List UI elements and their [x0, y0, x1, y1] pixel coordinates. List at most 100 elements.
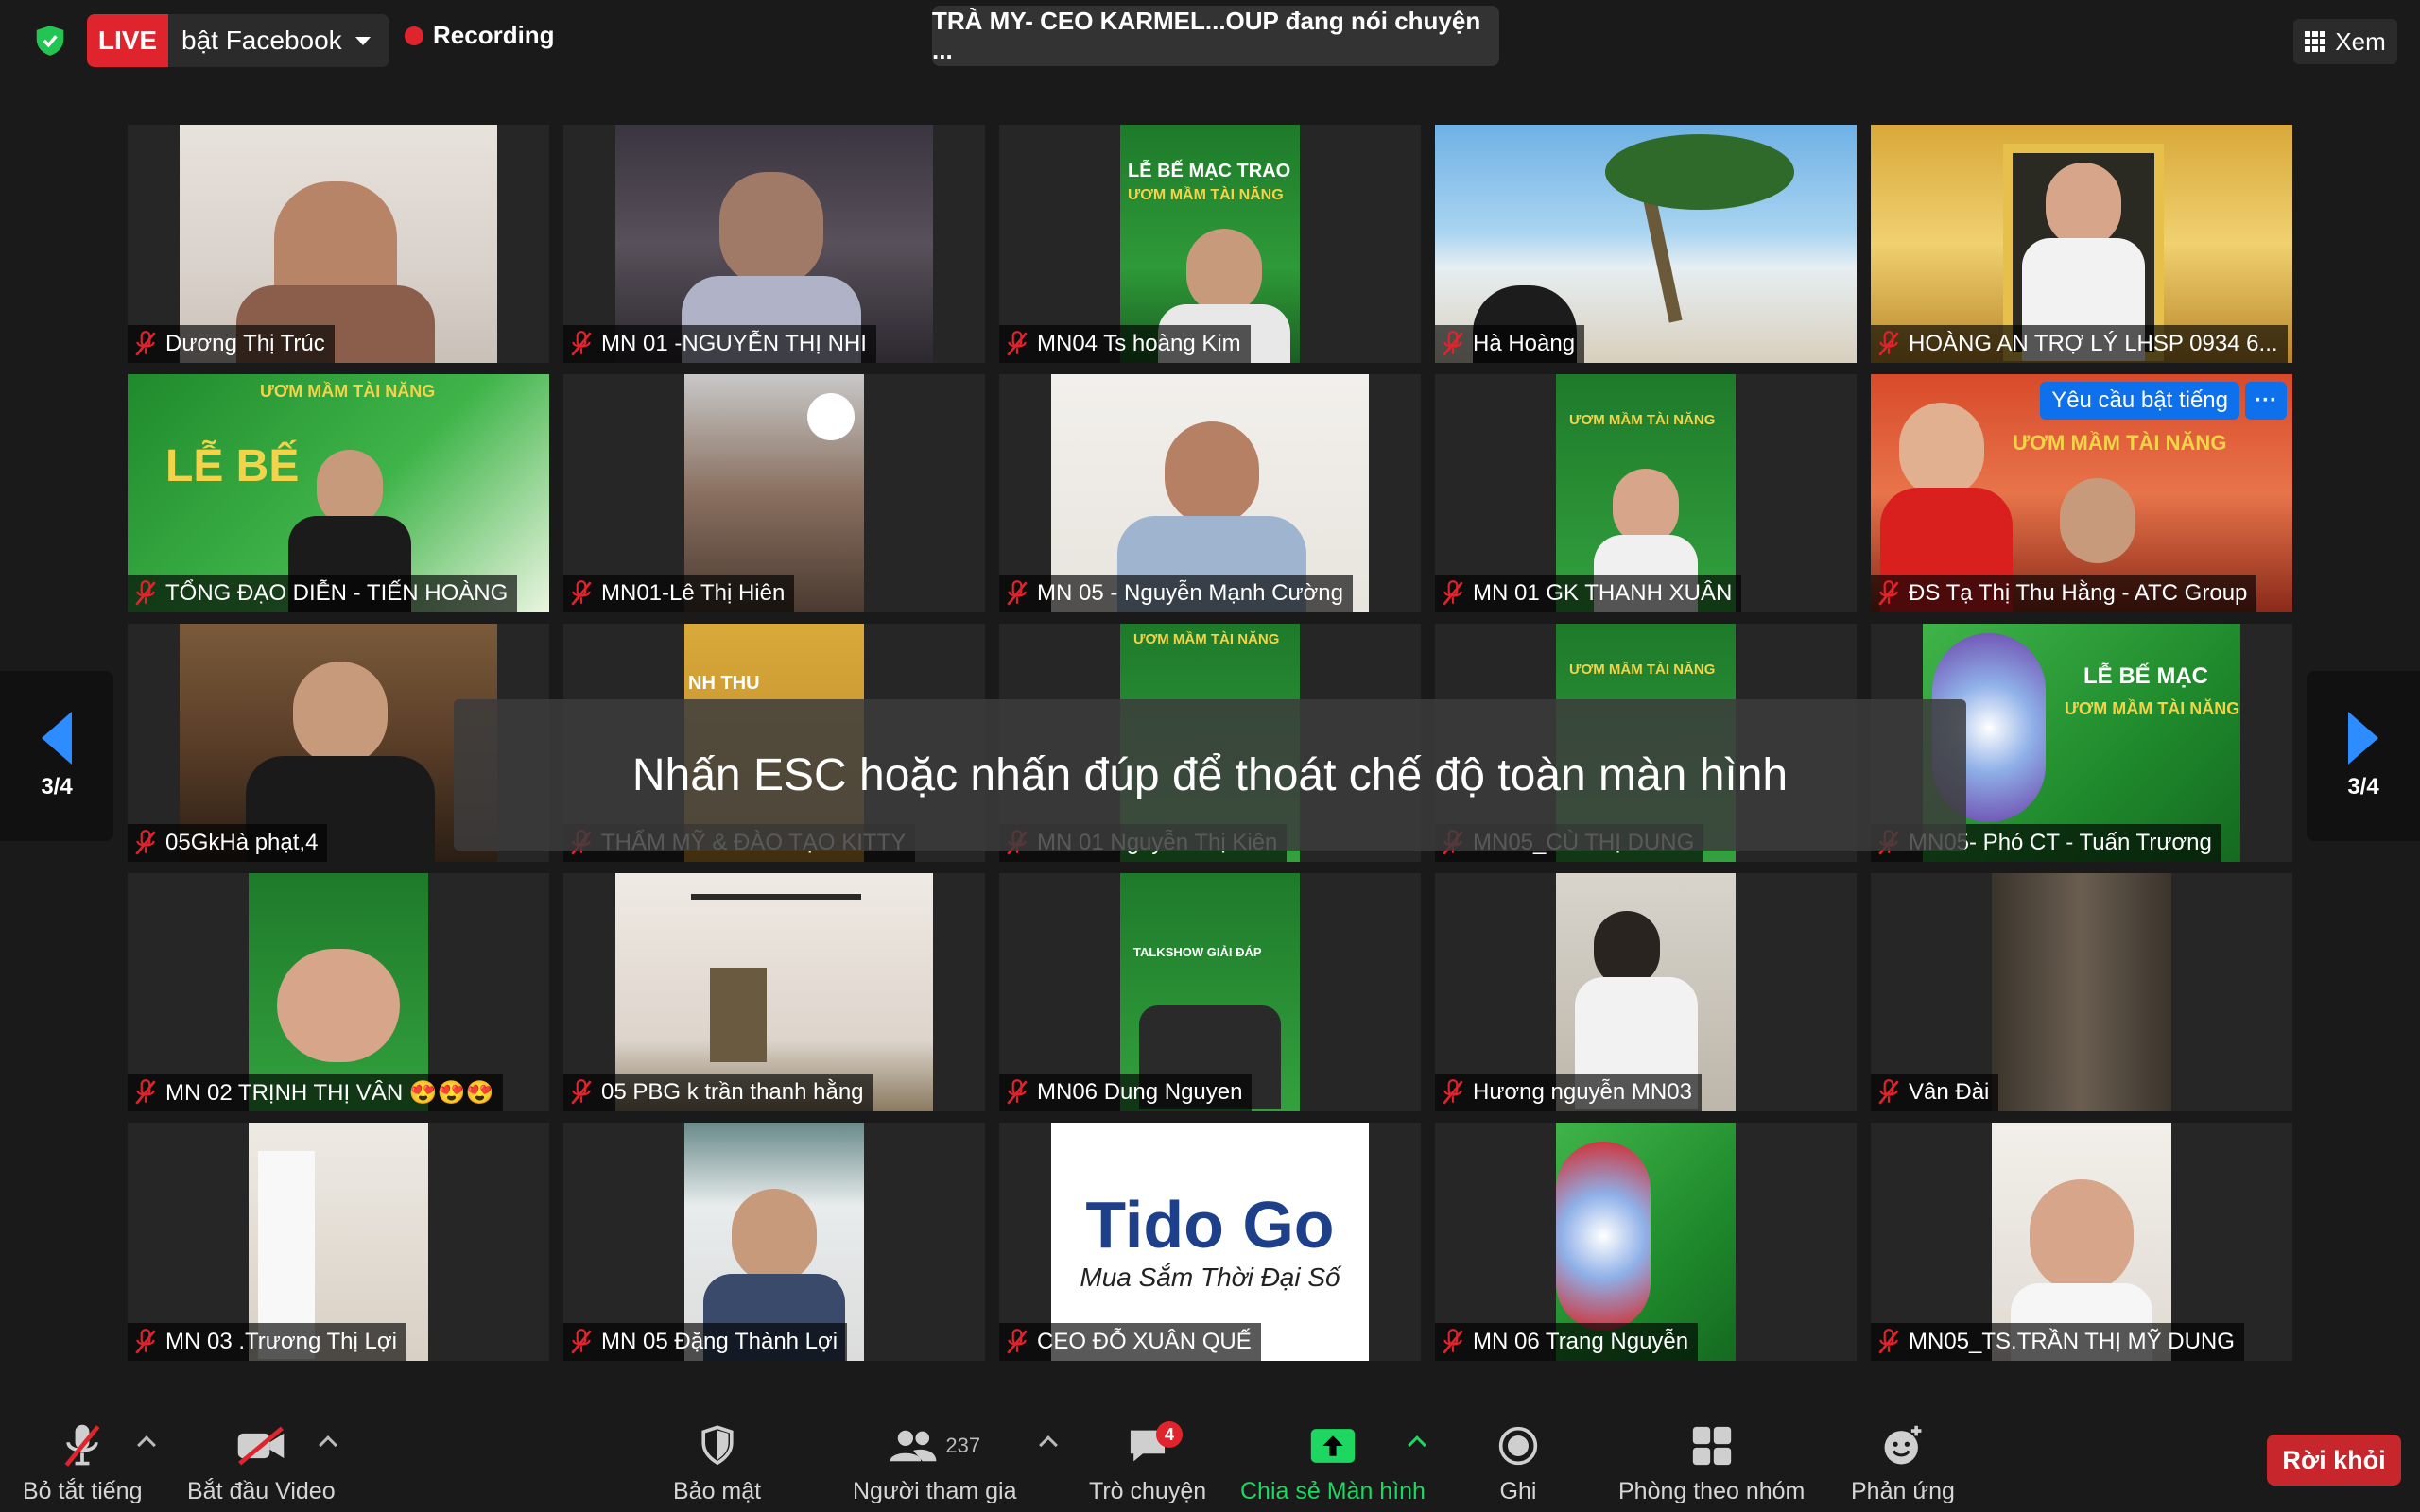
chat-button[interactable]: 4 Trò chuyện — [1089, 1418, 1206, 1505]
tidogo-tagline: Mua Sắm Thời Đại Số — [1080, 1263, 1340, 1292]
banner-text: LỄ BẾ MẠC — [2083, 663, 2208, 689]
mic-muted-icon — [571, 1329, 592, 1354]
video-tile[interactable]: 05 PBG k trần thanh hằng — [563, 873, 985, 1111]
exit-fullscreen-hint: Nhấn ESC hoặc nhấn đúp để thoát chế độ t… — [454, 699, 1966, 850]
video-tile[interactable]: Hà Hoàng — [1435, 125, 1857, 363]
participants-button[interactable]: 237 Người tham gia — [853, 1418, 1016, 1505]
participant-name-label: ĐS Tạ Thị Thu Hằng - ATC Group — [1871, 575, 2257, 612]
video-tile[interactable]: Hương nguyễn MN03 — [1435, 873, 1857, 1111]
video-tile[interactable]: MN 05 - Nguyễn Mạnh Cường — [999, 374, 1421, 612]
reactions-button[interactable]: Phản ứng — [1851, 1418, 1955, 1505]
breakout-rooms-label: Phòng theo nhóm — [1618, 1478, 1806, 1504]
mic-muted-icon — [571, 1079, 592, 1105]
chat-bubble-icon: 4 — [1126, 1418, 1184, 1474]
mic-muted-icon — [571, 331, 592, 356]
mic-muted-icon — [1443, 580, 1463, 606]
participant-name-label: TỔNG ĐẠO DIỄN - TIẾN HOÀNG — [128, 575, 518, 612]
chevron-down-icon[interactable] — [355, 36, 371, 45]
person-silhouette — [732, 1189, 817, 1283]
emoji-add-icon — [1881, 1418, 1925, 1474]
person-silhouette — [317, 450, 383, 525]
participant-name-label: Vân Đài — [1871, 1074, 1999, 1111]
breakout-rooms-icon — [1691, 1418, 1733, 1474]
video-tile[interactable]: MN 01 -NGUYỄN THỊ NHI — [563, 125, 985, 363]
record-dot-icon — [405, 26, 424, 45]
mic-muted-icon — [1443, 1329, 1463, 1354]
video-tile[interactable]: MN 06 Trang Nguyễn — [1435, 1123, 1857, 1361]
banner-text: TALKSHOW GIẢI ĐÁP — [1133, 945, 1262, 959]
tidogo-logo: Tido Go — [1085, 1188, 1335, 1262]
participant-name-label: MN 02 TRỊNH THỊ VÂN 😍😍😍 — [128, 1074, 504, 1111]
participant-name-label: MN 03 .Trương Thị Lợi — [128, 1323, 406, 1361]
next-page-button[interactable]: 3/4 — [2307, 671, 2420, 841]
start-video-label: Bắt đầu Video — [187, 1478, 336, 1504]
banner-text: ƯƠM MẦM TÀI NĂNG — [2065, 699, 2240, 718]
banner-text: LỄ BẾ MẠC TRAO — [1128, 161, 1291, 181]
participant-name-label: 05 PBG k trần thanh hằng — [563, 1074, 873, 1111]
mute-all-label: Bỏ tắt tiếng — [23, 1478, 143, 1504]
participant-name-label: MN 01 GK THANH XUÂN — [1435, 575, 1742, 612]
mic-muted-icon — [1443, 1079, 1463, 1105]
video-tile[interactable]: Dương Thị Trúc — [128, 125, 549, 363]
participant-name-label: MN 06 Trang Nguyễn — [1435, 1323, 1699, 1361]
security-shield-icon[interactable] — [32, 23, 68, 59]
mic-muted-icon — [1007, 1329, 1028, 1354]
security-button[interactable]: Bảo mật — [673, 1418, 761, 1505]
top-bar: LIVE bật Facebook Recording TRÀ MY- CEO … — [0, 0, 2420, 79]
start-video-button[interactable]: Bắt đầu Video — [187, 1418, 336, 1505]
participant-name-label: MN05_TS.TRẦN THỊ MỸ DUNG — [1871, 1323, 2244, 1361]
video-tile[interactable]: MN05_TS.TRẦN THỊ MỸ DUNG — [1871, 1123, 2292, 1361]
mute-all-button[interactable]: Bỏ tắt tiếng — [23, 1418, 142, 1505]
arrow-left-icon — [42, 712, 72, 765]
shield-icon — [699, 1418, 736, 1474]
lamp — [807, 393, 855, 440]
mic-muted-icon — [135, 1329, 156, 1354]
mic-muted-icon — [571, 580, 592, 606]
mic-muted-icon — [1878, 1079, 1899, 1105]
share-screen-icon — [1309, 1418, 1357, 1474]
share-screen-button[interactable]: Chia sẻ Màn hình — [1240, 1418, 1426, 1505]
mic-muted-icon — [1007, 580, 1028, 606]
more-options-button[interactable]: ··· — [2245, 382, 2287, 420]
mic-muted-icon — [1443, 331, 1463, 356]
video-tile[interactable]: HOÀNG AN TRỢ LÝ LHSP 0934 6... — [1871, 125, 2292, 363]
previous-page-button[interactable]: 3/4 — [0, 671, 113, 841]
video-tile[interactable]: MN 03 .Trương Thị Lợi — [128, 1123, 549, 1361]
video-tile[interactable]: TALKSHOW GIẢI ĐÁP MN06 Dung Nguyen — [999, 873, 1421, 1111]
person-silhouette — [1594, 911, 1660, 987]
record-button[interactable]: Ghi — [1497, 1418, 1539, 1505]
view-label: Xem — [2335, 26, 2386, 56]
microphone-muted-icon — [60, 1418, 105, 1474]
video-tile[interactable]: Vân Đài — [1871, 873, 2292, 1111]
recording-indicator[interactable]: Recording — [405, 21, 555, 50]
video-tile[interactable]: Tido Go Mua Sắm Thời Đại Số CEO ĐỖ XUÂN … — [999, 1123, 1421, 1361]
participants-options-chevron-icon[interactable] — [1039, 1435, 1058, 1454]
view-button[interactable]: Xem — [2293, 19, 2397, 64]
video-tile[interactable]: ƯƠM MẦM TÀI NĂNG Yêu cầu bật tiếng ··· Đ… — [1871, 374, 2292, 612]
banner-text: ƯƠM MẦM TÀI NĂNG — [2013, 431, 2227, 455]
banner-text: NH THU — [688, 673, 760, 694]
video-tile[interactable]: ƯƠM MẦM TÀI NĂNG MN 01 GK THANH XUÂN — [1435, 374, 1857, 612]
arrow-right-icon — [2348, 712, 2378, 765]
security-label: Bảo mật — [673, 1478, 762, 1504]
meeting-toolbar: Bỏ tắt tiếng Bắt đầu Video Bảo mật 237 N… — [0, 1410, 2420, 1512]
video-tile[interactable]: MN 02 TRỊNH THỊ VÂN 😍😍😍 — [128, 873, 549, 1111]
banner-text: ƯƠM MẦM TÀI NĂNG — [260, 382, 436, 401]
participant-video — [1992, 873, 2171, 1111]
leave-meeting-button[interactable]: Rời khỏi — [2267, 1435, 2401, 1486]
breakout-rooms-button[interactable]: Phòng theo nhóm — [1618, 1418, 1805, 1505]
request-unmute-button[interactable]: Yêu cầu bật tiếng — [2040, 382, 2239, 420]
video-tile[interactable]: MN01-Lê Thị Hiên — [563, 374, 985, 612]
mic-muted-icon — [1007, 1079, 1028, 1105]
person-silhouette — [2030, 1179, 2134, 1293]
page-indicator-left: 3/4 — [41, 774, 73, 799]
reactions-label: Phản ứng — [1851, 1478, 1955, 1504]
video-tile[interactable]: MN 05 Đặng Thành Lợi — [563, 1123, 985, 1361]
video-tile[interactable]: ƯƠM MẦM TÀI NĂNG LỄ BẾ TỔNG ĐẠO DIỄN - T… — [128, 374, 549, 612]
live-stream-control[interactable]: LIVE bật Facebook — [87, 14, 389, 67]
person-silhouette — [1165, 421, 1259, 525]
person-silhouette — [277, 949, 400, 1062]
banner-text: LỄ BẾ — [165, 441, 300, 491]
video-tile[interactable]: LỄ BẾ MẠC TRAO ƯƠM MẦM TÀI NĂNG MN04 Ts … — [999, 125, 1421, 363]
live-target-label: bật Facebook — [182, 26, 342, 55]
